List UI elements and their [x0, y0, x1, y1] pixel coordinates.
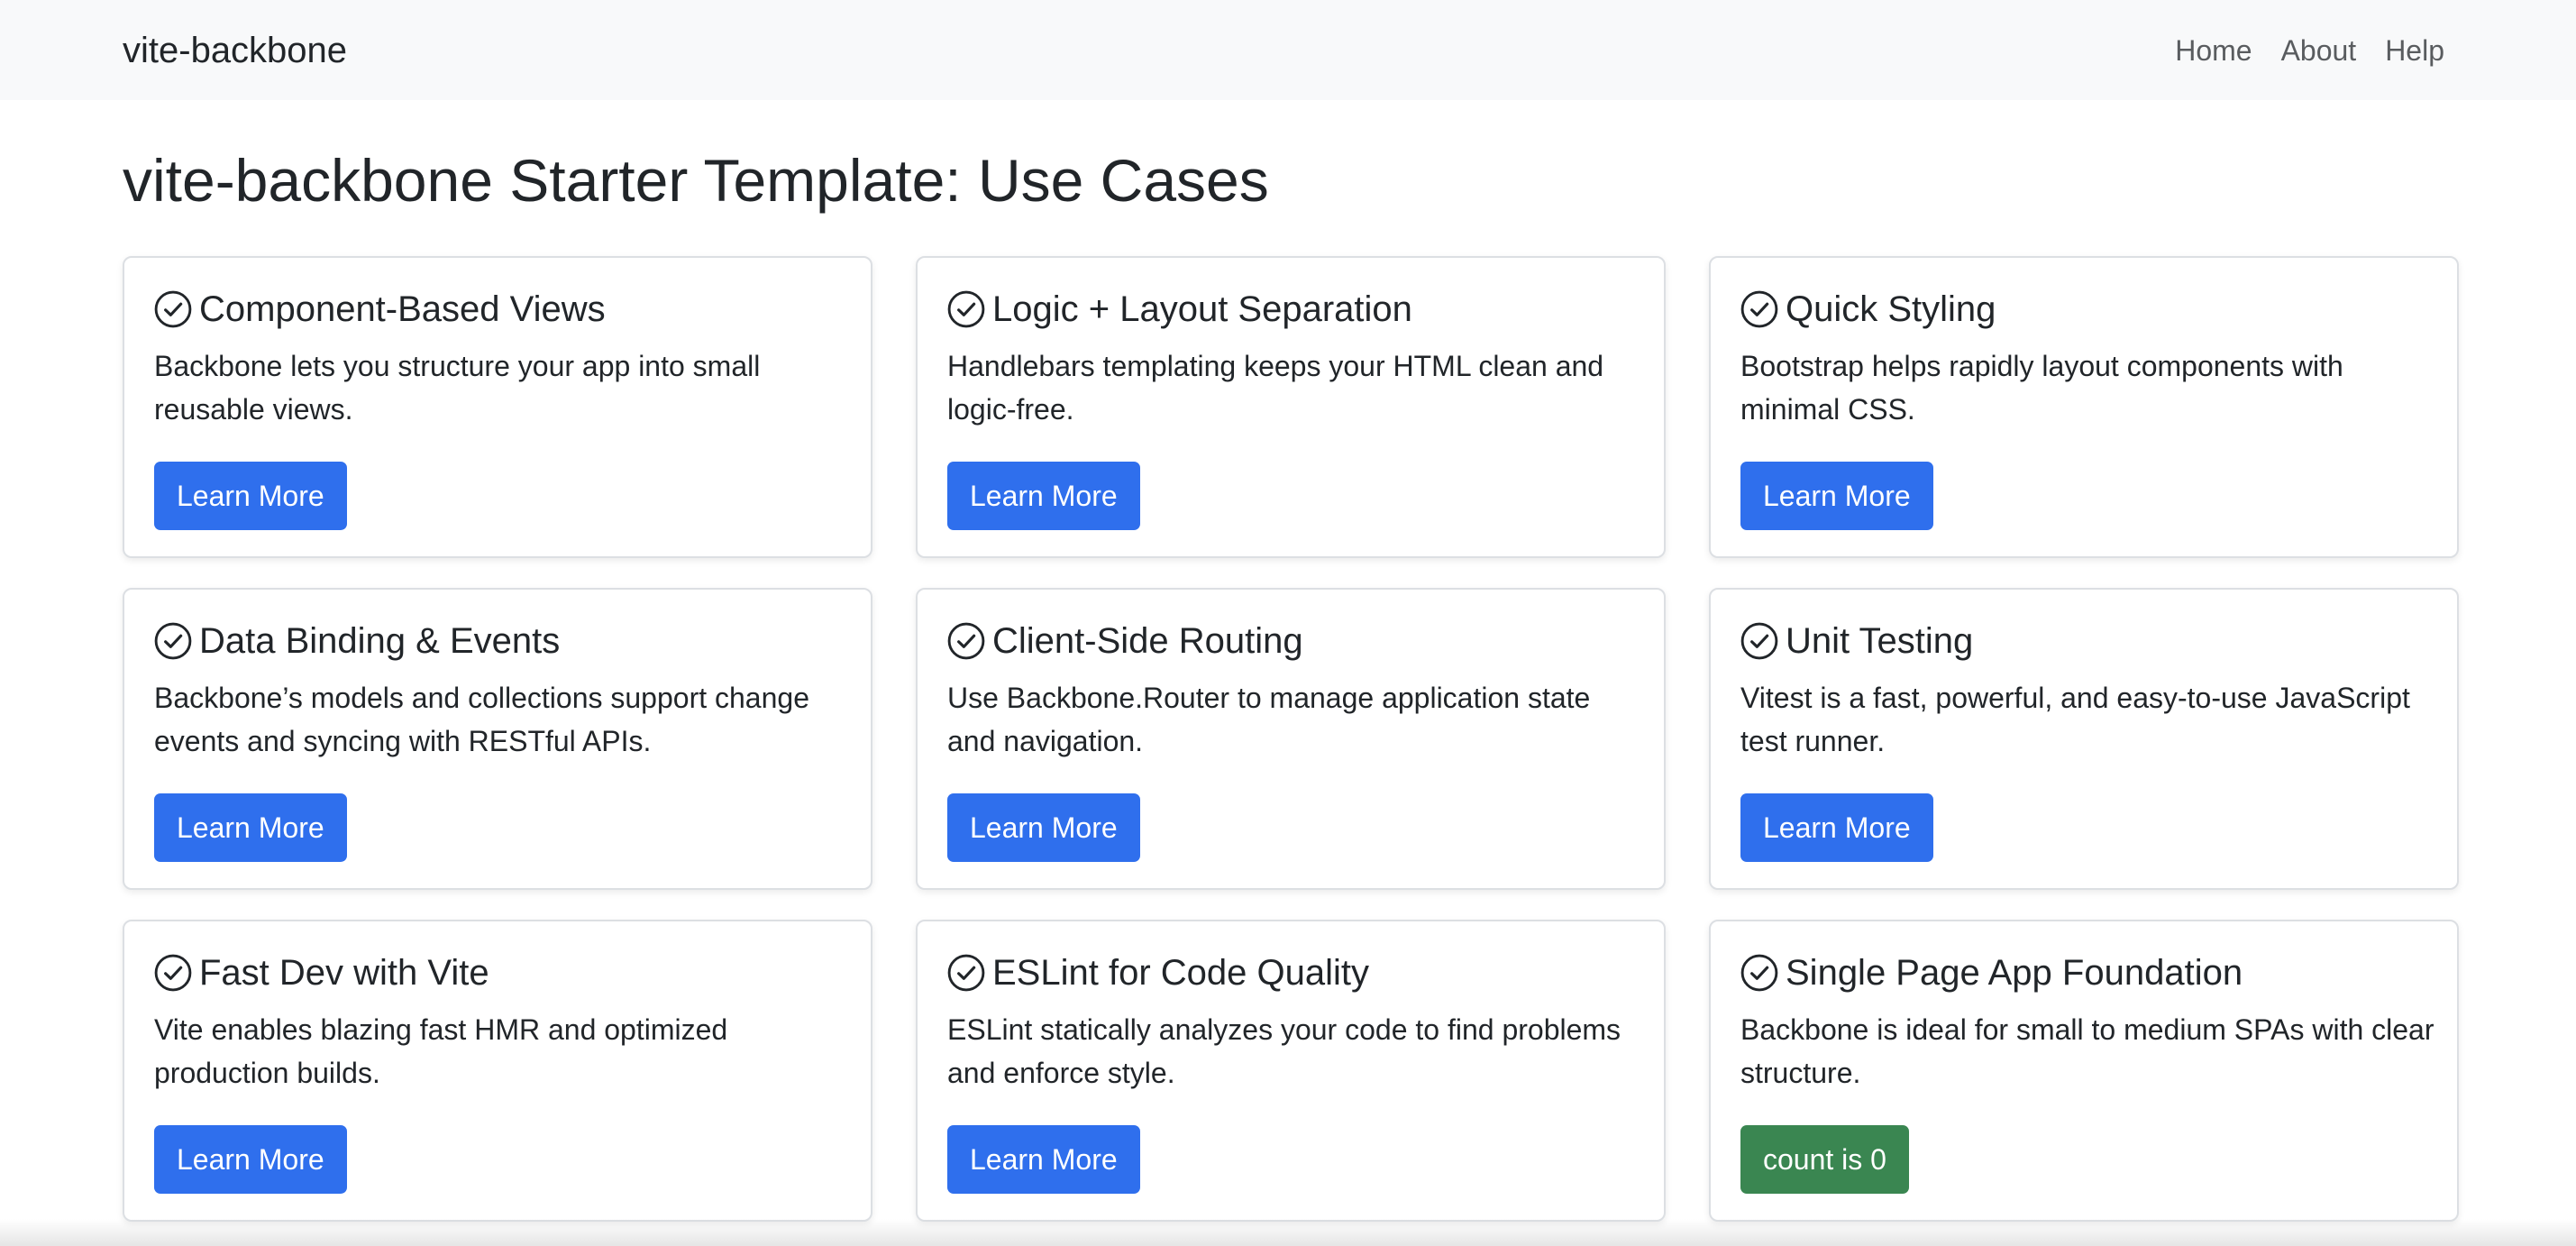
card-title: Quick Styling [1740, 287, 2428, 332]
learn-more-button[interactable]: Learn More [1740, 462, 1933, 530]
brand-link[interactable]: vite-backbone [123, 25, 347, 76]
scroll-shadow [0, 1219, 2576, 1246]
counter-button[interactable]: count is 0 [1740, 1125, 1909, 1194]
use-case-card: Fast Dev with Vite Vite enables blazing … [123, 920, 872, 1222]
nav-links: Home About Help [2175, 25, 2444, 76]
card-title-text: Data Binding & Events [199, 621, 561, 661]
learn-more-button[interactable]: Learn More [947, 793, 1140, 862]
card-title: Component-Based Views [154, 287, 842, 332]
learn-more-button[interactable]: Learn More [947, 1125, 1140, 1194]
use-case-card: Client-Side Routing Use Backbone.Router … [916, 588, 1666, 890]
card-text: Vite enables blazing fast HMR and optimi… [154, 1013, 728, 1089]
card-text: Handlebars templating keeps your HTML cl… [947, 350, 1604, 426]
card-title: Data Binding & Events [154, 618, 842, 664]
learn-more-button[interactable]: Learn More [947, 462, 1140, 530]
card-title-text: Fast Dev with Vite [199, 953, 489, 993]
card-title-text: Unit Testing [1786, 621, 1974, 661]
card-text: Bootstrap helps rapidly layout component… [1740, 350, 2343, 426]
use-case-card: Data Binding & Events Backbone’s models … [123, 588, 872, 890]
card-title-text: Quick Styling [1786, 289, 1996, 329]
check-circle-icon [154, 954, 192, 992]
card-title: Fast Dev with Vite [154, 950, 842, 995]
use-case-card: ESLint for Code Quality ESLint staticall… [916, 920, 1666, 1222]
card-title: Single Page App Foundation [1740, 950, 2428, 995]
check-circle-icon [1740, 622, 1778, 660]
nav-link-about[interactable]: About [2281, 25, 2357, 76]
check-circle-icon [154, 290, 192, 328]
use-case-card: Component-Based Views Backbone lets you … [123, 256, 872, 558]
card-title-text: ESLint for Code Quality [992, 953, 1369, 993]
card-title: Unit Testing [1740, 618, 2428, 664]
use-case-card: Quick Styling Bootstrap helps rapidly la… [1709, 256, 2459, 558]
card-title-text: Single Page App Foundation [1786, 953, 2243, 993]
check-circle-icon [1740, 290, 1778, 328]
card-title: Client-Side Routing [947, 618, 1635, 664]
learn-more-button[interactable]: Learn More [154, 1125, 347, 1194]
page-title: vite-backbone Starter Template: Use Case… [123, 147, 1269, 214]
card-title-text: Component-Based Views [199, 289, 606, 329]
use-case-card: Logic + Layout Separation Handlebars tem… [916, 256, 1666, 558]
learn-more-button[interactable]: Learn More [154, 793, 347, 862]
use-case-card: Unit Testing Vitest is a fast, powerful,… [1709, 588, 2459, 890]
card-title-text: Logic + Layout Separation [992, 289, 1412, 329]
check-circle-icon [154, 622, 192, 660]
check-circle-icon [947, 290, 985, 328]
card-text: ESLint statically analyzes your code to … [947, 1013, 1621, 1089]
use-case-card: Single Page App Foundation Backbone is i… [1709, 920, 2459, 1222]
learn-more-button[interactable]: Learn More [1740, 793, 1933, 862]
use-case-cards: Component-Based Views Backbone lets you … [123, 256, 2460, 1222]
card-title: Logic + Layout Separation [947, 287, 1635, 332]
check-circle-icon [947, 954, 985, 992]
card-text: Backbone’s models and collections suppor… [154, 682, 809, 757]
card-title-text: Client-Side Routing [992, 621, 1303, 661]
check-circle-icon [1740, 954, 1778, 992]
card-text: Backbone is ideal for small to medium SP… [1740, 1013, 2434, 1089]
card-title: ESLint for Code Quality [947, 950, 1635, 995]
navbar: vite-backbone Home About Help [0, 0, 2576, 100]
card-text: Use Backbone.Router to manage applicatio… [947, 682, 1591, 757]
card-text: Backbone lets you structure your app int… [154, 350, 761, 426]
nav-link-help[interactable]: Help [2385, 25, 2444, 76]
learn-more-button[interactable]: Learn More [154, 462, 347, 530]
nav-link-home[interactable]: Home [2175, 25, 2252, 76]
card-text: Vitest is a fast, powerful, and easy-to-… [1740, 682, 2410, 757]
check-circle-icon [947, 622, 985, 660]
